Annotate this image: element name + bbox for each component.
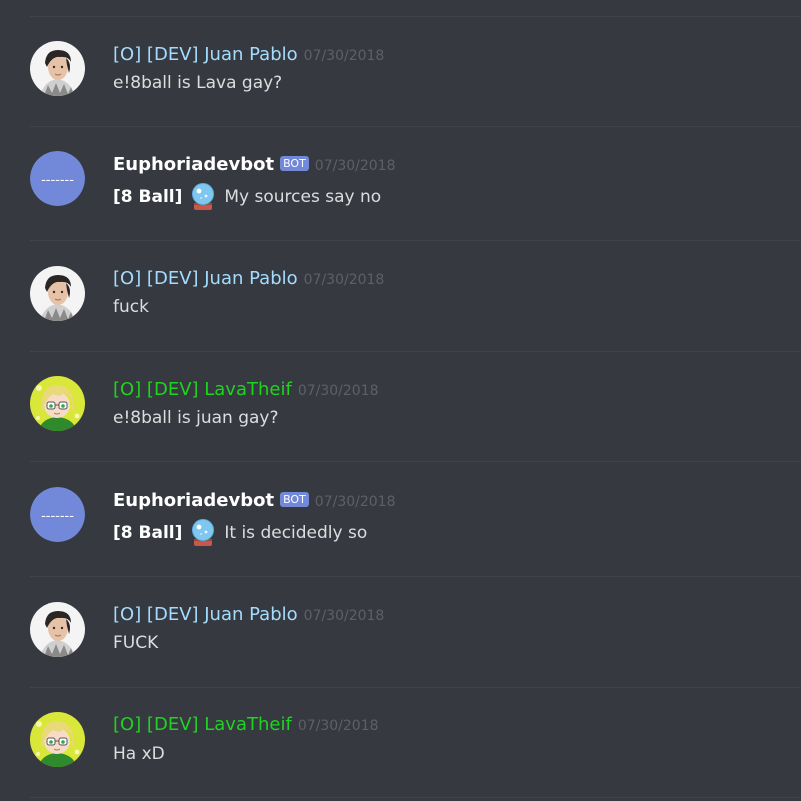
username[interactable]: [O] [DEV] Juan Pablo [113, 44, 298, 65]
message-list[interactable]: [O] [DEV] Juan Pablo 07/30/2018 e!8ball … [0, 0, 801, 801]
bot-avatar-text: ------- [41, 173, 74, 188]
message-text: It is decidedly so [224, 523, 368, 543]
user-avatar[interactable] [30, 712, 85, 767]
username[interactable]: [O] [DEV] LavaTheif [113, 379, 292, 400]
message-text: Ha xD [113, 744, 165, 764]
eight-ball-prefix: [8 Ball] [113, 187, 183, 207]
message-item: ------- Euphoriadevbot BOT 07/30/2018 [8… [0, 461, 801, 571]
message-text: e!8ball is juan gay? [113, 408, 279, 428]
user-avatar[interactable] [30, 376, 85, 431]
message-text: e!8ball is Lava gay? [113, 73, 283, 93]
timestamp: 07/30/2018 [303, 48, 385, 64]
user-avatar[interactable] [30, 266, 85, 321]
message-item: [O] [DEV] Juan Pablo 07/30/2018 e!8ball … [0, 16, 801, 126]
eight-ball-prefix: [8 Ball] [113, 523, 183, 543]
lava-avatar-icon [30, 376, 85, 431]
crystal-ball-icon [190, 183, 216, 211]
bot-avatar-icon: ------- [30, 487, 85, 542]
username[interactable]: [O] [DEV] LavaTheif [113, 714, 292, 735]
message-item: [O] [DEV] Juan Pablo 07/30/2018 fuck [0, 240, 801, 350]
juan-avatar-icon [30, 266, 85, 321]
timestamp: 07/30/2018 [314, 158, 396, 174]
username[interactable]: Euphoriadevbot [113, 154, 274, 175]
timestamp: 07/30/2018 [314, 494, 396, 510]
juan-avatar-icon [30, 602, 85, 657]
message-item: [O] [DEV] Juan Pablo 07/30/2018 FUCK [0, 576, 801, 686]
juan-avatar-icon [30, 41, 85, 96]
message-item: [O] [DEV] LavaTheif 07/30/2018 Ha xD [0, 687, 801, 797]
bot-avatar[interactable]: ------- [30, 487, 85, 542]
message-text: My sources say no [224, 187, 382, 207]
message-text: FUCK [113, 633, 159, 653]
message-content: [8 Ball] It is decidedly so [113, 519, 367, 547]
timestamp: 07/30/2018 [303, 272, 385, 288]
crystal-ball-icon [190, 519, 216, 547]
user-avatar[interactable] [30, 41, 85, 96]
user-avatar[interactable] [30, 602, 85, 657]
timestamp: 07/30/2018 [297, 383, 379, 399]
lava-avatar-icon [30, 712, 85, 767]
message-item: [O] [DEV] LavaTheif 07/30/2018 e!8ball i… [0, 351, 801, 461]
bot-avatar-icon: ------- [30, 151, 85, 206]
bot-avatar[interactable]: ------- [30, 151, 85, 206]
username[interactable]: Euphoriadevbot [113, 490, 274, 511]
message-item: ------- Euphoriadevbot BOT 07/30/2018 [8… [0, 126, 801, 236]
bot-tag: BOT [280, 156, 309, 171]
timestamp: 07/30/2018 [303, 608, 385, 624]
bot-avatar-text: ------- [41, 509, 74, 524]
bot-tag: BOT [280, 492, 309, 507]
timestamp: 07/30/2018 [297, 718, 379, 734]
message-divider [30, 797, 801, 798]
message-content: [8 Ball] My sources say no [113, 183, 381, 211]
username[interactable]: [O] [DEV] Juan Pablo [113, 604, 298, 625]
username[interactable]: [O] [DEV] Juan Pablo [113, 268, 298, 289]
message-text: fuck [113, 297, 149, 317]
